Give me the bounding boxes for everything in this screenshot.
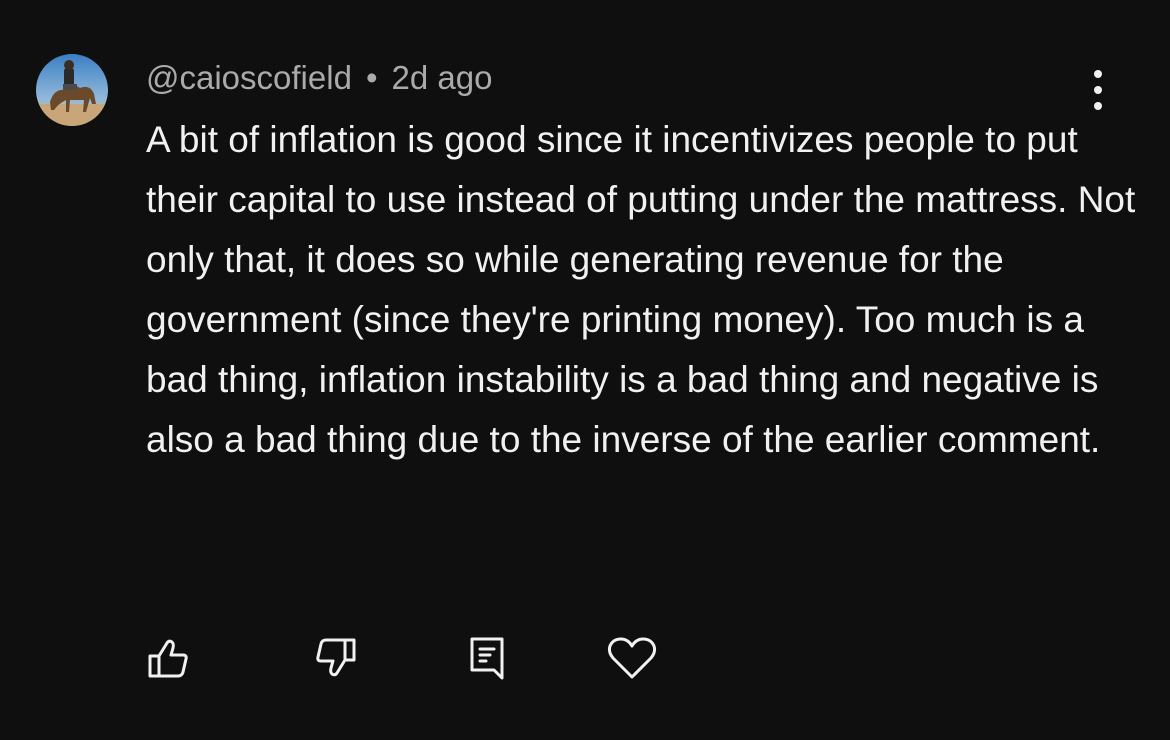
heart-icon <box>607 637 657 679</box>
like-button[interactable] <box>140 630 196 686</box>
avatar-image <box>36 54 108 126</box>
reply-icon <box>470 637 504 680</box>
author-handle[interactable]: @caioscofield <box>146 59 352 97</box>
more-options-button[interactable] <box>1080 70 1116 110</box>
heart-button[interactable] <box>604 630 660 686</box>
thumbs-down-icon <box>316 638 356 677</box>
avatar[interactable] <box>36 54 108 126</box>
dislike-button[interactable] <box>308 630 364 686</box>
timestamp: 2d ago <box>391 59 493 96</box>
separator-dot: • <box>365 59 378 96</box>
thumbs-up-icon <box>148 639 188 678</box>
comment-card: @caioscofield • 2d ago A bit of inflatio… <box>0 0 1170 740</box>
more-vertical-icon <box>1094 70 1102 78</box>
comment-header: @caioscofield • 2d ago <box>146 56 492 100</box>
comment-actions <box>0 630 1170 686</box>
reply-button[interactable] <box>458 630 514 686</box>
comment-text: A bit of inflation is good since it ince… <box>146 119 1136 460</box>
